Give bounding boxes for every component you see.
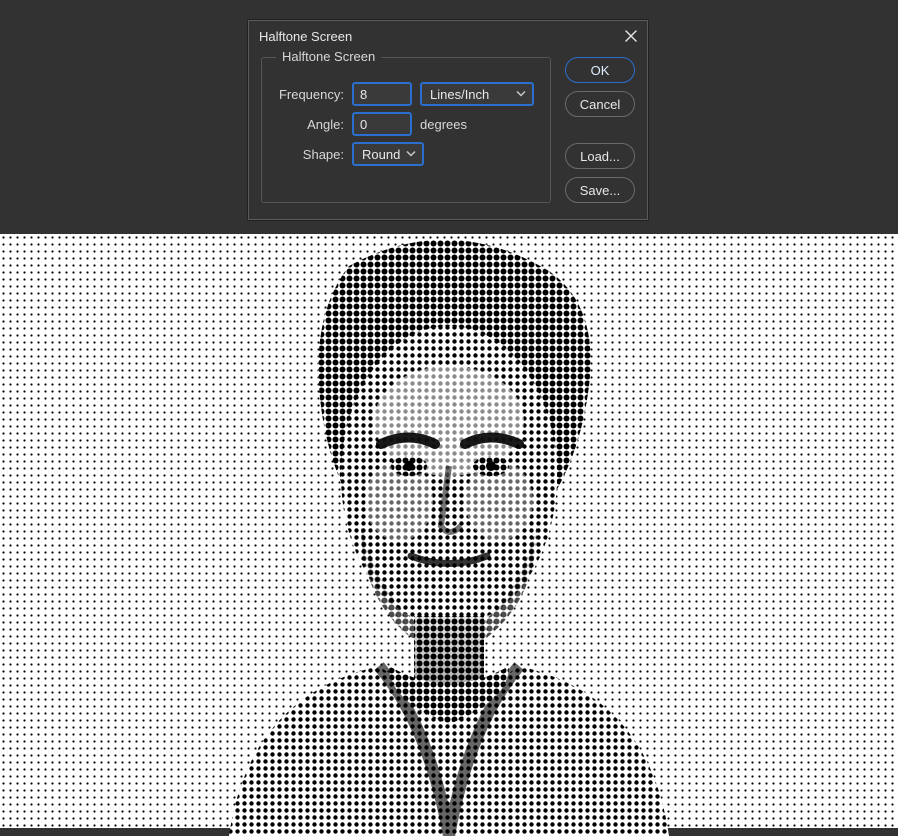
chevron-down-icon: [406, 147, 416, 162]
angle-input[interactable]: [352, 112, 412, 136]
close-icon[interactable]: [625, 30, 637, 42]
dialog-titlebar[interactable]: Halftone Screen: [249, 21, 647, 51]
group-label: Halftone Screen: [276, 49, 381, 64]
dialog-button-column: OK Cancel Load... Save...: [565, 57, 635, 203]
shape-select[interactable]: Round: [352, 142, 424, 166]
angle-label: Angle:: [276, 117, 344, 132]
halftone-screen-group: Halftone Screen Frequency: Lines/Inch An…: [261, 57, 551, 203]
frequency-input[interactable]: [352, 82, 412, 106]
save-button[interactable]: Save...: [565, 177, 635, 203]
load-button[interactable]: Load...: [565, 143, 635, 169]
frequency-unit-select[interactable]: Lines/Inch: [420, 82, 534, 106]
frequency-unit-value: Lines/Inch: [430, 87, 489, 102]
ok-button[interactable]: OK: [565, 57, 635, 83]
frequency-label: Frequency:: [276, 87, 344, 102]
document-canvas: [0, 234, 898, 828]
dialog-title: Halftone Screen: [259, 29, 352, 44]
angle-unit: degrees: [420, 117, 467, 132]
shape-label: Shape:: [276, 147, 344, 162]
cancel-button[interactable]: Cancel: [565, 91, 635, 117]
halftone-portrait-image: [129, 226, 769, 836]
shape-value: Round: [362, 147, 400, 162]
chevron-down-icon: [516, 87, 526, 102]
halftone-screen-dialog: Halftone Screen Halftone Screen Frequenc…: [248, 20, 648, 220]
